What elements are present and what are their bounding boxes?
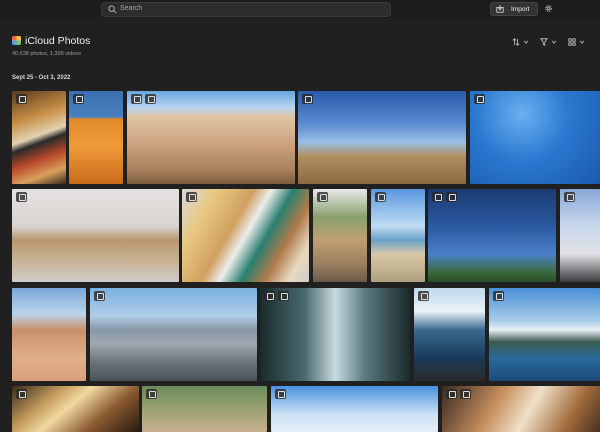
sort-icon: [512, 37, 520, 46]
chevron-down-icon: [551, 40, 557, 44]
photo-type-icon: [375, 192, 386, 202]
view-size-button[interactable]: [568, 37, 585, 46]
photo-rocky-shore[interactable]: [414, 288, 485, 381]
import-icon: [496, 5, 504, 13]
search-icon: [108, 5, 117, 14]
photo-coastal-cliffs[interactable]: [489, 288, 600, 381]
photo-type-icon: [317, 192, 328, 202]
photo-red-rock-hiker[interactable]: [12, 288, 86, 381]
photo-type-icon: [94, 291, 105, 301]
photo-orange-wall[interactable]: [69, 91, 123, 184]
title-bar: Search Import: [0, 0, 600, 18]
photo-type-icon: [278, 291, 289, 301]
photo-city-skyline[interactable]: [90, 288, 257, 381]
photo-type-icon: [264, 291, 275, 301]
photo-type-icon: [146, 389, 157, 399]
gear-icon[interactable]: [544, 4, 553, 13]
photo-type-icon: [16, 389, 27, 399]
photo-type-icon: [302, 94, 313, 104]
photo-type-icon: [432, 192, 443, 202]
photo-food-collage[interactable]: [12, 91, 66, 184]
photo-type-icon: [474, 94, 485, 104]
photo-type-icon: [145, 94, 156, 104]
chevron-down-icon: [579, 40, 585, 44]
photo-type-icon: [460, 389, 471, 399]
section-date: Sept 25 - Oct 3, 2022: [12, 75, 71, 81]
photo-swing-ride[interactable]: [470, 91, 600, 184]
photo-dog-walk[interactable]: [313, 189, 367, 282]
import-label: Import: [511, 6, 530, 13]
photo-breakfast[interactable]: [12, 386, 139, 432]
photo-type-icon: [564, 192, 575, 202]
search-input[interactable]: Search: [101, 2, 391, 17]
photo-eiffel-tower[interactable]: [428, 189, 556, 282]
photo-type-icon: [16, 192, 27, 202]
photo-joshua-trees[interactable]: [298, 91, 466, 184]
photo-type-icon: [16, 94, 27, 104]
sort-button[interactable]: [512, 37, 529, 46]
icloud-photos-logo: [12, 36, 21, 45]
photo-beach-bikes[interactable]: [371, 189, 425, 282]
chevron-down-icon: [523, 40, 529, 44]
photo-pizza-latte[interactable]: [182, 189, 309, 282]
photo-desert-rocks[interactable]: [127, 91, 295, 184]
view-size-icon: [568, 37, 576, 46]
search-placeholder: Search: [120, 5, 143, 12]
library-counts: 40,638 photos, 1,399 videos: [12, 51, 82, 57]
page-title: iCloud Photos: [25, 35, 91, 47]
photo-type-icon: [493, 291, 504, 301]
photo-type-icon: [418, 291, 429, 301]
import-button[interactable]: Import: [490, 2, 538, 16]
photo-dog-on-chair[interactable]: [12, 189, 179, 282]
filter-icon: [540, 37, 548, 46]
photo-forest-sunrays[interactable]: [260, 288, 410, 381]
photo-type-icon: [446, 192, 457, 202]
photo-type-icon: [446, 389, 457, 399]
filter-button[interactable]: [540, 37, 557, 46]
photo-louvre-pyramid[interactable]: [560, 189, 600, 282]
photo-cloudy-sky[interactable]: [271, 386, 438, 432]
photo-type-icon: [73, 94, 84, 104]
photo-type-icon: [275, 389, 286, 399]
photo-dog-outdoors[interactable]: [142, 386, 267, 432]
photo-dessert-plate[interactable]: [442, 386, 600, 432]
photo-type-icon: [186, 192, 197, 202]
photo-type-icon: [131, 94, 142, 104]
